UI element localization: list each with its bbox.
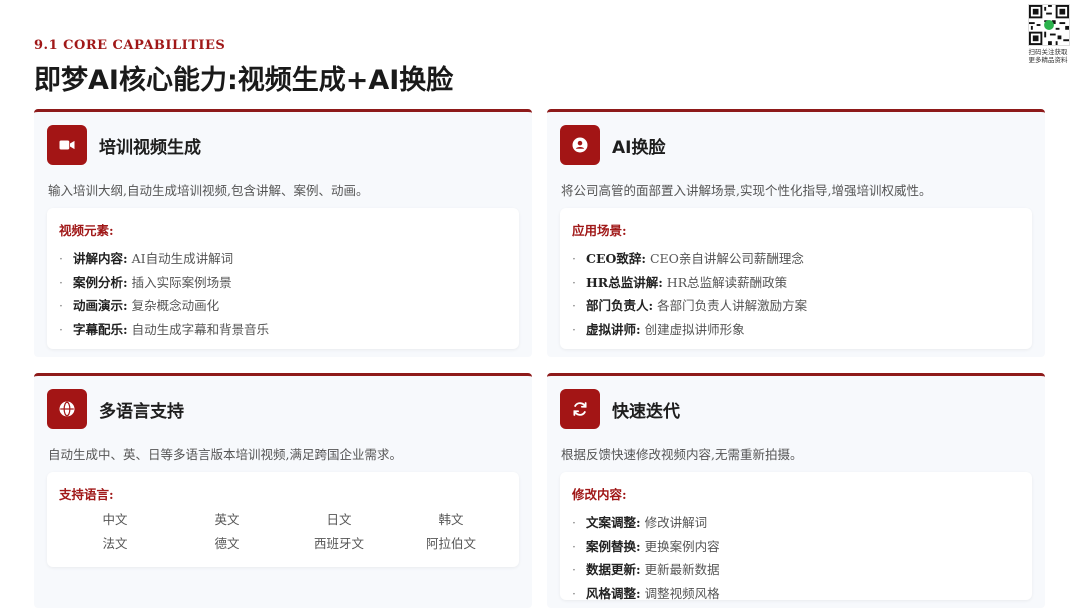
card-fast-iteration: 快速迭代 根据反馈快速修改视频内容,无需重新拍摄。 修改内容: · 文案调整: 修… [547, 373, 1045, 608]
list-item: · 案例分析: 插入实际案例场景 [59, 274, 232, 290]
section-eyebrow: 9.1 CORE CAPABILITIES [34, 38, 226, 53]
page-title: 即梦AI核心能力:视频生成+AI换脸 [34, 65, 454, 96]
card-description: 自动生成中、英、日等多语言版本培训视频,满足跨国企业需求。 [48, 447, 402, 462]
list-item: · 风格调整: 调整视频风格 [572, 585, 720, 601]
language-item: 德文 [214, 536, 240, 551]
language-grid: 中文 英文 日文 韩文 法文 德文 西班牙文 阿拉伯文 [59, 511, 507, 553]
list-item: · 数据更新: 更新最新数据 [572, 562, 720, 577]
list-item: · HR总监讲解: HR总监解读薪酬政策 [572, 274, 788, 290]
language-item: 英文 [214, 512, 240, 527]
language-item: 中文 [102, 512, 128, 527]
video-camera-icon [47, 125, 87, 165]
qr-caption: 扫码关注获取 更多精品资料 [1016, 48, 1080, 64]
list-item: · 文案调整: 修改讲解词 [572, 515, 708, 530]
qr-caption-line2: 更多精品资料 [1028, 56, 1068, 64]
card-multilanguage: 多语言支持 自动生成中、英、日等多语言版本培训视频,满足跨国企业需求。 支持语言… [34, 373, 532, 608]
refresh-icon [560, 389, 600, 429]
list-item: · 案例替换: 更换案例内容 [572, 538, 720, 554]
card-title: 培训视频生成 [99, 137, 201, 158]
card-description: 根据反馈快速修改视频内容,无需重新拍摄。 [561, 447, 803, 462]
qr-code [1028, 4, 1070, 46]
language-item: 法文 [102, 536, 128, 551]
list-item: · 虚拟讲师: 创建虚拟讲师形象 [572, 321, 745, 337]
language-item: 日文 [326, 512, 352, 527]
card-description: 将公司高管的面部置入讲解场景,实现个性化指导,增强培训权威性。 [561, 183, 932, 198]
detail-label: 支持语言: [59, 487, 114, 502]
list-item: · 讲解内容: AI自动生成讲解词 [59, 251, 234, 266]
list-item: · 部门负责人: 各部门负责人讲解激励方案 [572, 298, 808, 313]
list-item: · 字幕配乐: 自动生成字幕和背景音乐 [59, 321, 270, 337]
qr-caption-line1: 扫码关注获取 [1028, 48, 1068, 56]
globe-icon [47, 389, 87, 429]
card-detail-panel: 应用场景: · CEO致辞: CEO亲自讲解公司薪酬理念 · HR总监讲解: HR总… [560, 208, 1032, 349]
user-circle-icon [560, 125, 600, 165]
card-detail-panel: 修改内容: · 文案调整: 修改讲解词 · 案例替换: 更换案例内容 · 数据更新: … [560, 472, 1032, 601]
card-ai-face-swap: AI换脸 将公司高管的面部置入讲解场景,实现个性化指导,增强培训权威性。 应用场… [547, 109, 1045, 357]
list-item: · 动画演示: 复杂概念动画化 [59, 298, 220, 313]
card-description: 输入培训大纲,自动生成培训视频,包含讲解、案例、动画。 [48, 183, 369, 198]
detail-label: 视频元素: [59, 223, 114, 238]
detail-label: 应用场景: [572, 223, 627, 238]
card-title: 快速迭代 [612, 401, 680, 422]
language-item: 阿拉伯文 [425, 536, 476, 551]
detail-label: 修改内容: [572, 487, 627, 502]
card-title: 多语言支持 [99, 401, 184, 422]
language-item: 西班牙文 [313, 536, 364, 551]
card-training-video: 培训视频生成 输入培训大纲,自动生成培训视频,包含讲解、案例、动画。 视频元素:… [34, 109, 532, 357]
card-detail-panel: 支持语言: 中文 英文 日文 韩文 法文 德文 西班牙文 阿拉伯文 [47, 472, 519, 567]
qr-code-icon [1029, 5, 1069, 45]
card-detail-panel: 视频元素: · 讲解内容: AI自动生成讲解词 · 案例分析: 插入实际案例场景 ·… [47, 208, 519, 349]
language-item: 韩文 [438, 512, 464, 527]
card-title: AI换脸 [612, 137, 666, 158]
list-item: · CEO致辞: CEO亲自讲解公司薪酬理念 [572, 251, 804, 266]
